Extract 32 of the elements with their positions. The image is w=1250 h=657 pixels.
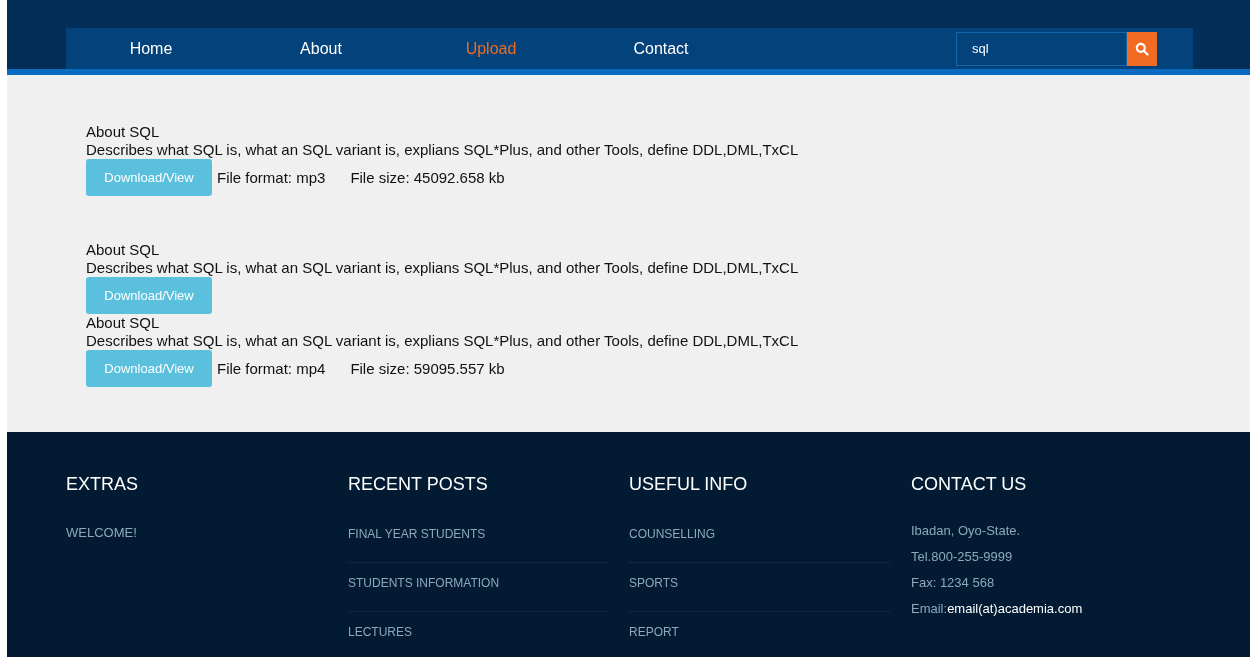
- file-format: File format: mp3: [217, 168, 326, 187]
- search-button[interactable]: [1127, 31, 1157, 66]
- email-link[interactable]: email(at)academia.com: [947, 600, 1083, 618]
- footer-heading: USEFUL INFO: [629, 475, 749, 493]
- file-size: File size: 59095.557 kb: [350, 359, 505, 378]
- result-description: Describes what SQL is, what an SQL variant is, explians SQL*Plus, and other Tools, define DDL,DML,TxCL: [86, 259, 800, 277]
- contact-text: Ibadan, Oyo-State.: [911, 522, 1022, 540]
- result-title: About SQL: [86, 314, 161, 332]
- result-description: Describes what SQL is, what an SQL variant is, explians SQL*Plus, and other Tools, define DDL,DML,TxCL: [86, 141, 800, 159]
- contact-text: Fax: 1234 568: [911, 574, 996, 592]
- file-size: File size: 45092.658 kb: [350, 168, 505, 187]
- email-label: Email:: [911, 600, 948, 618]
- result-description: Describes what SQL is, what an SQL variant is, explians SQL*Plus, and other Tools, define DDL,DML,TxCL: [86, 332, 800, 350]
- search-field[interactable]: sql: [956, 31, 1127, 66]
- footer-heading: RECENT POSTS: [348, 475, 489, 493]
- file-format: File format: mp4: [217, 359, 326, 378]
- search-icon: [1135, 41, 1149, 56]
- nav-link[interactable]: About: [236, 36, 406, 61]
- result-title: About SQL: [86, 241, 161, 259]
- footer-link[interactable]: STUDENTS INFORMATION: [348, 577, 500, 589]
- footer-link[interactable]: COUNSELLING: [629, 528, 716, 540]
- footer-link[interactable]: REPORT: [629, 626, 679, 638]
- nav-link[interactable]: Contact: [576, 36, 746, 61]
- footer-heading: CONTACT US: [911, 475, 1028, 493]
- footer-link[interactable]: LECTURES: [348, 626, 412, 638]
- contact-text: Tel.800-255-9999: [911, 548, 1014, 566]
- footer-heading: EXTRAS: [66, 475, 140, 493]
- footer-link[interactable]: SPORTS: [629, 577, 679, 589]
- footer-text: WELCOME!: [66, 526, 138, 539]
- footer-link[interactable]: FINAL YEAR STUDENTS: [348, 528, 486, 540]
- nav-link[interactable]: Home: [66, 36, 236, 61]
- result-title: About SQL: [86, 123, 161, 141]
